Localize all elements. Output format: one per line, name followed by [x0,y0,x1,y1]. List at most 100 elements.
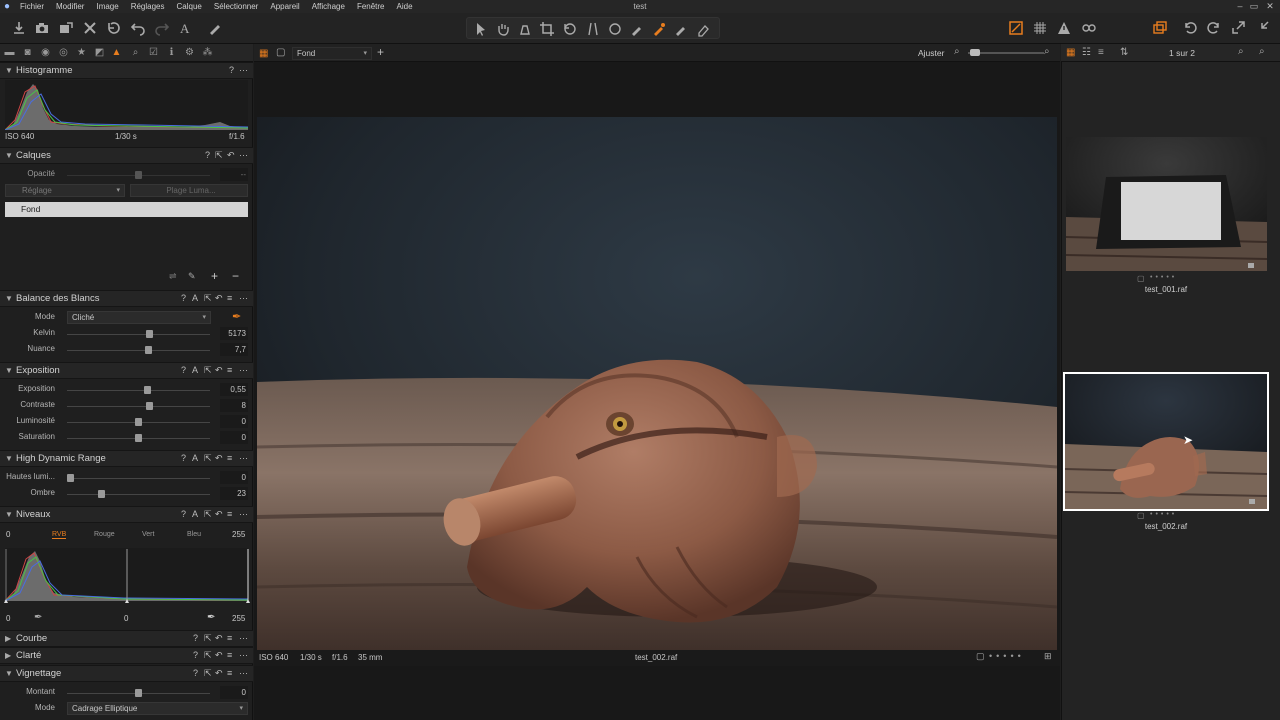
brightness-value[interactable]: 0 [220,415,248,428]
exposure-slider-track[interactable] [67,390,210,391]
hdr-header[interactable]: ▼ High Dynamic Range ? A ⇱ ↶ ≡ ··· [0,450,253,467]
menu-affichage[interactable]: Affichage [306,2,351,11]
wb-picker-icon[interactable]: ✒ [232,310,241,323]
more-icon[interactable]: ··· [239,633,248,643]
reset-icon[interactable]: ↶ [227,150,235,161]
levels-channel-blue[interactable]: Bleu [187,531,201,538]
rating-tab-icon[interactable]: ★ [76,47,87,58]
presets-icon[interactable]: ≡ [227,365,232,375]
vignetting-slider-knob[interactable] [135,689,142,697]
draw-mask-icon[interactable] [650,20,668,38]
thumb-002-color-tag-icon[interactable]: ▢ [1137,511,1145,520]
app-logo-icon[interactable]: ● [0,0,14,13]
white-point-picker-icon[interactable]: ✒ [207,612,215,623]
highlights-value[interactable]: 0 [220,471,248,484]
help-icon[interactable]: ? [181,293,186,303]
opacity-value[interactable]: -- [220,168,248,181]
pan-icon[interactable] [494,20,512,38]
thumbnail-test-002[interactable] [1063,372,1269,511]
shadows-value[interactable]: 23 [220,487,248,500]
auto-icon[interactable]: A [192,453,198,463]
opacity-slider-knob[interactable] [135,171,142,179]
vignetting-amount-value[interactable]: 0 [220,686,248,699]
rotate-icon[interactable] [561,20,579,38]
help-icon[interactable]: ? [193,650,198,660]
levels-channel-rgb[interactable]: RVB [52,531,67,539]
levels-output-max[interactable]: 255 [232,614,245,623]
auto-icon[interactable]: A [192,293,198,303]
warning-icon[interactable] [1055,19,1073,37]
shadows-slider-knob[interactable] [98,490,105,498]
fit-label[interactable]: Ajuster [918,48,944,58]
browser-search-icon[interactable]: ⌕ [1238,46,1244,57]
clarity-header[interactable]: ▶ Clarté ? ⇱ ↶ ≡ ··· [0,647,253,664]
details-view-icon[interactable]: ≡ [1098,47,1104,58]
sort-icon[interactable]: ⇅ [1120,47,1128,58]
more-icon[interactable]: ··· [239,650,248,660]
loupe-icon[interactable] [516,20,534,38]
vignetting-mode-dropdown[interactable]: Cadrage Elliptique ▾ [67,702,248,715]
highlights-slider-knob[interactable] [67,474,74,482]
help-icon[interactable]: ? [205,150,210,160]
help-icon[interactable]: ? [193,633,198,643]
crop-icon[interactable] [538,20,556,38]
reset-icon[interactable]: ↶ [215,453,223,464]
luma-range-button[interactable]: Plage Luma... [130,184,248,197]
menu-selectionner[interactable]: Sélectionner [208,2,264,11]
menu-modifier[interactable]: Modifier [50,2,90,11]
color-tag-icon[interactable]: ▢ [976,651,985,662]
spot-removal-icon[interactable] [606,20,624,38]
help-icon[interactable]: ? [193,668,198,678]
copy-icon[interactable]: ⇱ [204,668,212,679]
fill-mask-icon[interactable] [672,20,690,38]
thumb-001-rating[interactable]: ••••• [1150,274,1177,281]
select-cursor-icon[interactable] [472,20,490,38]
grid-view-icon[interactable]: ▦ [259,48,268,59]
reset-icon[interactable]: ↶ [215,633,223,644]
levels-channel-red[interactable]: Rouge [94,531,115,538]
histogram-header[interactable]: ▼ Histogramme ? ··· [0,62,253,79]
rotate-right-icon[interactable] [1205,19,1223,37]
layer-select-dropdown[interactable]: Fond ▾ [292,47,372,60]
presets-icon[interactable]: ≡ [227,650,232,660]
text-icon[interactable]: A [177,19,195,37]
help-icon[interactable]: ? [181,365,186,375]
exposure-warning-icon[interactable] [1007,19,1025,37]
layers-header[interactable]: ▼ Calques ? ⇱ ↶ ··· [0,147,253,164]
levels-header[interactable]: ▼ Niveaux ? A ⇱ ↶ ≡ ··· [0,506,253,523]
more-icon[interactable]: ··· [239,509,248,519]
capture-tab-icon[interactable]: ◙ [22,47,33,58]
reset-icon[interactable]: ↶ [215,365,223,376]
curve-header[interactable]: ▶ Courbe ? ⇱ ↶ ≡ ··· [0,630,253,647]
levels-output-min[interactable]: 0 [6,614,10,623]
exposure-header[interactable]: ▼ Exposition ? A ⇱ ↶ ≡ ··· [0,362,253,379]
layer-order-icon[interactable]: ⇌ [169,271,177,282]
zoom-in-icon[interactable]: ⌕ [1044,46,1050,57]
viewer-options-icon[interactable]: ⊞ [1044,651,1052,662]
import-icon[interactable] [10,19,28,37]
more-icon[interactable]: ··· [239,150,248,160]
white-balance-header[interactable]: ▼ Balance des Blancs ? A ⇱ ↶ ≡ ··· [0,290,253,307]
exposure-slider-knob[interactable] [144,386,151,394]
presets-icon[interactable]: ≡ [227,293,232,303]
rating-stars[interactable]: ••••• [989,651,1025,661]
maximize-button[interactable]: ▭ [1248,0,1260,13]
copy-icon[interactable]: ⇱ [204,365,212,376]
lens-tab-icon[interactable]: ◉ [40,47,51,58]
help-icon[interactable]: ? [181,453,186,463]
menu-calque[interactable]: Calque [171,2,208,11]
list-view-icon[interactable]: ☷ [1082,47,1091,58]
zoom-slider-knob[interactable] [970,49,980,56]
batch-tab-icon[interactable]: ⁂ [202,47,213,58]
contrast-slider-track[interactable] [67,406,210,407]
presets-icon[interactable]: ≡ [227,633,232,643]
highlights-slider-track[interactable] [67,478,210,479]
grid-icon[interactable] [1031,19,1049,37]
presets-icon[interactable]: ≡ [227,509,232,519]
details-tab-icon[interactable]: ⌕ [130,47,141,58]
presets-icon[interactable]: ≡ [227,668,232,678]
thumb-002-rating[interactable]: ••••• [1150,511,1177,518]
more-icon[interactable]: ··· [239,453,248,463]
zoom-out-icon[interactable]: ⌕ [954,46,960,57]
export-icon[interactable] [57,19,75,37]
